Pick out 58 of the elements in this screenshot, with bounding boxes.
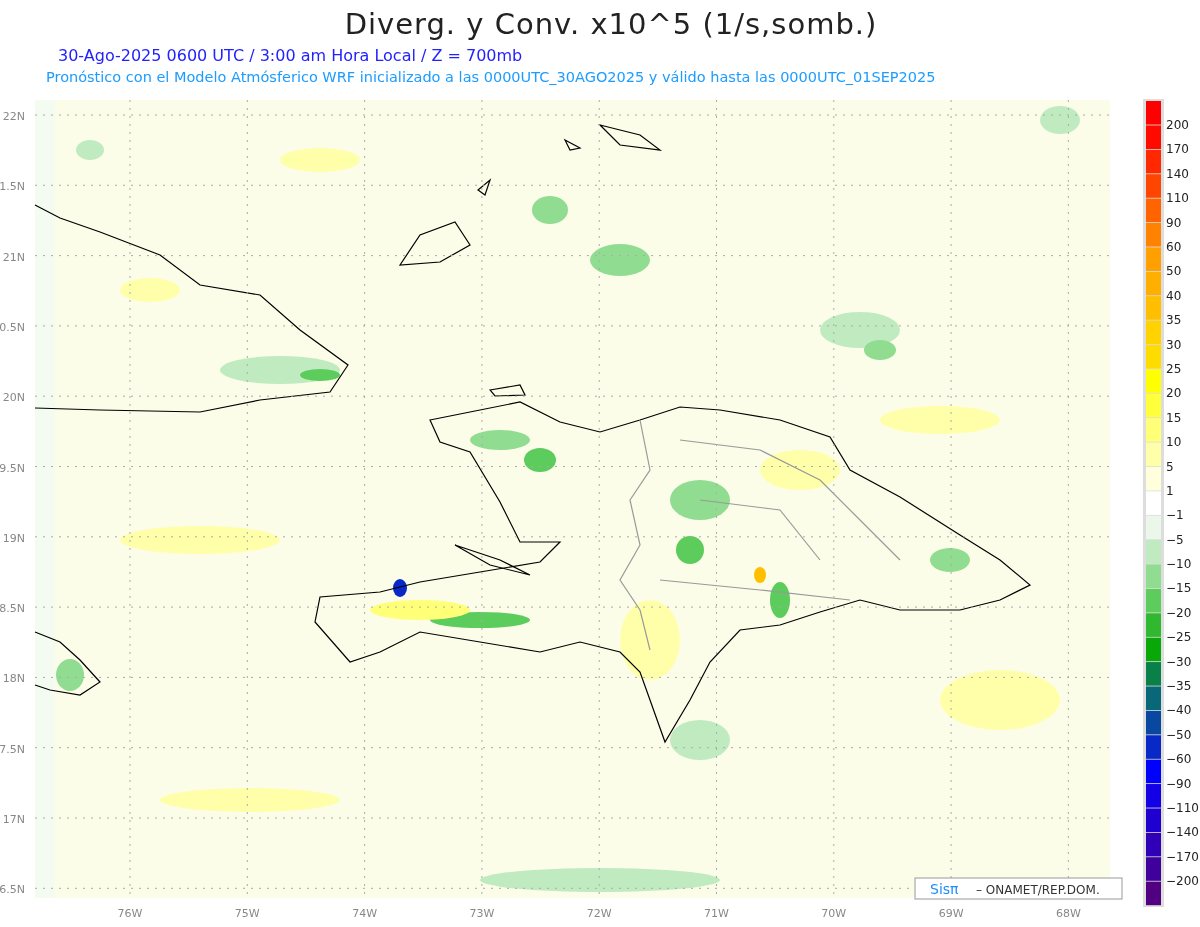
scale-label: −5 xyxy=(1166,532,1184,547)
longitude-label: 69W xyxy=(938,907,964,920)
scale-label: 110 xyxy=(1166,191,1189,206)
scale-label: 60 xyxy=(1166,239,1182,254)
scale-label: 15 xyxy=(1166,410,1182,425)
latitude-label: 22N xyxy=(2,110,25,123)
longitude-label: 76W xyxy=(117,907,143,920)
scale-label: 90 xyxy=(1166,215,1182,230)
scale-label: −110 xyxy=(1166,801,1199,816)
latitude-label: 9.5N xyxy=(0,461,25,475)
scale-label: 30 xyxy=(1166,337,1182,352)
scale-label: −200 xyxy=(1166,874,1199,889)
longitude-label: 71W xyxy=(704,907,729,920)
credit-text: – ONAMET/REP.DOM. xyxy=(976,883,1100,897)
longitude-label: 68W xyxy=(1055,907,1081,920)
scale-label: 35 xyxy=(1166,313,1182,328)
latitude-label: 6.5N xyxy=(0,883,25,897)
scale-label: 40 xyxy=(1166,288,1182,303)
latitude-label: 7.5N xyxy=(0,742,25,756)
latitude-label: 8.5N xyxy=(0,602,25,616)
longitude-label: 70W xyxy=(821,907,847,920)
longitude-label: 74W xyxy=(352,907,378,920)
scale-label: −25 xyxy=(1166,630,1192,645)
latitude-label: 19N xyxy=(2,531,25,545)
scale-label: −170 xyxy=(1166,849,1199,864)
scale-label: −90 xyxy=(1166,776,1192,791)
scale-label: 5 xyxy=(1166,459,1174,474)
latitude-label: 18N xyxy=(2,672,25,686)
chart-title: Diverg. y Conv. x10^5 (1/s,somb.) xyxy=(344,7,878,41)
scale-label: 20 xyxy=(1166,386,1182,401)
forecast-note: Pronóstico con el Modelo Atmósferico WRF inicializado a las 0000UTC_30AGO2025 y válido hasta las 0000UTC_01SEP2025 xyxy=(46,69,936,85)
scale-label: 170 xyxy=(1166,142,1189,157)
scale-label: 200 xyxy=(1166,118,1189,132)
scale-label: −1 xyxy=(1166,508,1184,523)
scale-label: −60 xyxy=(1166,752,1192,767)
latitude-label: 20N xyxy=(2,391,25,405)
scale-label: 25 xyxy=(1166,361,1182,376)
scale-label: −50 xyxy=(1166,727,1192,742)
longitude-label: 72W xyxy=(586,907,612,920)
latitude-label: 1.5N xyxy=(0,180,25,194)
scale-label: 50 xyxy=(1166,264,1182,279)
scale-label: −40 xyxy=(1166,703,1192,718)
scale-label: 10 xyxy=(1166,435,1182,450)
sistema-logo: Sisπ xyxy=(930,881,959,897)
scale-label: −140 xyxy=(1166,825,1199,840)
latitude-label: 21N xyxy=(2,250,25,264)
longitude-label: 75W xyxy=(234,907,260,920)
longitude-label: 73W xyxy=(469,907,495,920)
latitude-label: 0.5N xyxy=(0,320,25,334)
scale-label: −10 xyxy=(1166,557,1192,572)
scale-label: −15 xyxy=(1166,581,1192,596)
scale-label: 140 xyxy=(1166,166,1189,181)
scale-label: −20 xyxy=(1166,605,1192,620)
latitude-label: 17N xyxy=(2,813,25,826)
scale-label: −35 xyxy=(1166,679,1192,694)
scale-label: −30 xyxy=(1166,654,1192,669)
date-subtitle: 30-Ago-2025 0600 UTC / 3:00 am Hora Local / Z = 700mb xyxy=(58,46,523,65)
scale-label: 1 xyxy=(1166,483,1174,498)
